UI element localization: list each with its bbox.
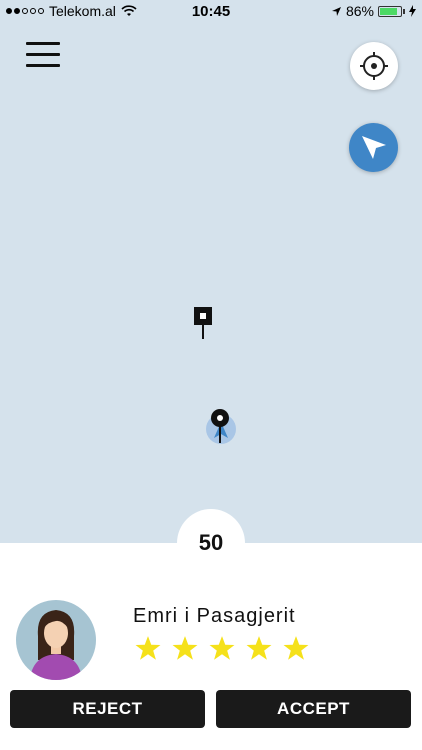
navigation-arrow-icon	[362, 136, 386, 159]
locate-me-button[interactable]	[350, 42, 398, 90]
passenger-rating	[135, 635, 309, 661]
passenger-name: Emri i Pasagjerit	[133, 605, 296, 627]
star-icon	[246, 636, 272, 660]
battery-percent: 86%	[345, 3, 374, 19]
hamburger-menu-icon	[26, 53, 60, 56]
fare-badge: 50	[177, 509, 245, 577]
fare-value: 50	[198, 530, 224, 555]
accept-button[interactable]: ACCEPT	[216, 690, 411, 728]
charging-bolt-icon	[409, 5, 416, 17]
crosshair-icon	[360, 52, 388, 80]
status-right: 86%	[331, 3, 416, 19]
hamburger-menu-icon	[26, 64, 60, 67]
star-icon	[283, 636, 309, 660]
menu-button[interactable]	[26, 42, 60, 68]
passenger-avatar	[16, 600, 96, 680]
reject-button[interactable]: REJECT	[10, 690, 205, 728]
battery-icon	[378, 5, 402, 17]
battery-tip	[403, 8, 405, 14]
pickup-marker-icon	[194, 307, 212, 339]
status-bar: Telekom.al 10:45 86%	[0, 0, 422, 24]
navigate-button[interactable]	[349, 123, 398, 172]
location-services-icon	[331, 6, 341, 16]
star-icon	[135, 636, 161, 660]
battery-fill	[380, 7, 397, 15]
current-location-marker-icon	[206, 409, 236, 444]
hamburger-menu-icon	[26, 42, 60, 45]
star-icon	[172, 636, 198, 660]
star-icon	[209, 636, 235, 660]
